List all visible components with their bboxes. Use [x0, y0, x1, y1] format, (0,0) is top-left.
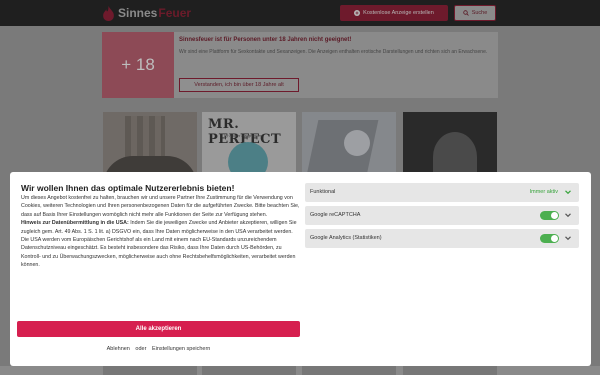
cookie-consent-dialog: Wir wollen Ihnen das optimale Nutzererle… — [10, 172, 591, 366]
reject-link[interactable]: Ablehnen — [107, 346, 130, 352]
consent-usa-heading: Hinweis zur Datenübermittlung in die USA… — [21, 220, 129, 227]
category-label: Funktional — [310, 189, 336, 195]
consent-usa-text: Indem Sie die jeweiligen Zwecke und Anbi… — [21, 220, 297, 269]
top-navbar: Sinnes Feuer Kostenlose Anzeige erstelle… — [0, 0, 600, 26]
save-settings-link[interactable]: Einstellungen speichern — [152, 346, 210, 352]
listing-thumbnail[interactable] — [103, 112, 197, 180]
or-text: oder — [135, 346, 147, 352]
chevron-down-icon[interactable] — [563, 210, 573, 220]
flame-icon — [103, 5, 114, 21]
age-notice-title: Sinnesfeuer ist für Personen unter 18 Ja… — [179, 37, 352, 43]
create-ad-button[interactable]: Kostenlose Anzeige erstellen — [340, 5, 448, 21]
consent-title: Wir wollen Ihnen das optimale Nutzererle… — [21, 183, 235, 193]
site-logo[interactable]: Sinnes Feuer — [102, 5, 191, 21]
listing-thumbnail[interactable]: MR. PERFECT by Roger Hargreaves — [202, 112, 296, 180]
category-label: Google reCAPTCHA — [310, 212, 361, 218]
search-button[interactable]: Suche — [454, 5, 496, 21]
listing-thumbnail[interactable] — [403, 112, 497, 180]
consent-category-recaptcha[interactable]: Google reCAPTCHA — [305, 206, 579, 225]
consent-category-analytics[interactable]: Google Analytics (Statistiken) — [305, 229, 579, 248]
age-badge: + 18 — [102, 32, 174, 98]
recaptcha-toggle[interactable] — [540, 211, 559, 220]
logo-text-part2: Feuer — [158, 6, 192, 20]
thumbnail-subtitle: by Roger Hargreaves — [224, 133, 263, 138]
consent-secondary-actions: Ablehnen oder Einstellungen speichern — [10, 346, 307, 352]
listing-row-bottom — [0, 366, 600, 375]
always-active-label: Immer aktiv — [529, 189, 558, 195]
age-notice: + 18 Sinnesfeuer ist für Personen unter … — [102, 32, 498, 98]
logo-text-part1: Sinnes — [118, 6, 158, 20]
age-confirm-button[interactable]: Verstanden, ich bin über 18 Jahre alt — [179, 78, 299, 92]
chevron-down-icon[interactable] — [563, 187, 573, 197]
search-icon — [462, 10, 469, 16]
listing-thumbnail[interactable] — [302, 112, 396, 180]
age-notice-text: Wir sind eine Plattform für Sexkontakte … — [179, 49, 488, 55]
create-ad-label: Kostenlose Anzeige erstellen — [363, 10, 434, 16]
plus-icon — [354, 10, 361, 16]
consent-text: Um dieses Angebot kostenfrei zu halten, … — [21, 194, 301, 270]
consent-category-functional[interactable]: Funktional Immer aktiv — [305, 183, 579, 202]
analytics-toggle[interactable] — [540, 234, 559, 243]
chevron-down-icon[interactable] — [563, 233, 573, 243]
accept-all-button[interactable]: Alle akzeptieren — [17, 321, 300, 337]
consent-intro: Um dieses Angebot kostenfrei zu halten, … — [21, 195, 300, 218]
category-label: Google Analytics (Statistiken) — [310, 235, 382, 241]
search-label: Suche — [471, 10, 488, 16]
